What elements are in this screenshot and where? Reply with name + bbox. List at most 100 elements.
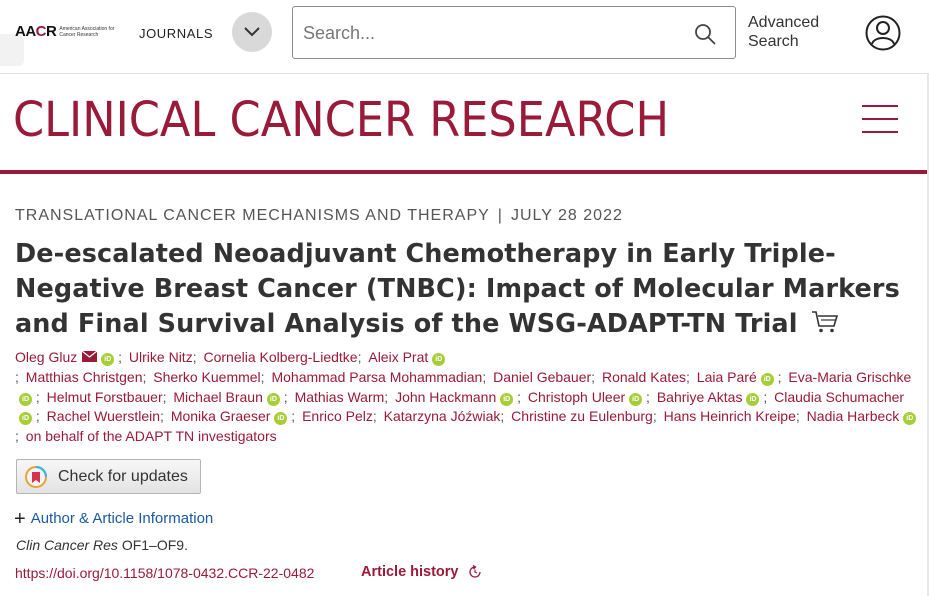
author-separator: ; bbox=[372, 408, 381, 425]
email-icon[interactable] bbox=[82, 351, 98, 362]
plus-icon: + bbox=[14, 507, 26, 530]
author-separator: ; bbox=[160, 408, 168, 425]
author-name[interactable]: Sherko Kuemmel bbox=[153, 369, 260, 385]
orcid-icon[interactable]: iD bbox=[274, 412, 288, 426]
author-name[interactable]: Christoph Uleer bbox=[528, 389, 625, 405]
author-separator: ; bbox=[287, 408, 300, 425]
orcid-icon[interactable]: iD bbox=[629, 392, 643, 406]
logo-subtext: American Association for Cancer Research bbox=[59, 25, 115, 38]
author-separator: ; bbox=[260, 368, 269, 385]
orcid-icon[interactable]: iD bbox=[500, 392, 514, 406]
author-separator: ; bbox=[114, 349, 126, 365]
author-separator: ; bbox=[513, 388, 525, 405]
author-name[interactable]: Mohammad Parsa Mohammadian bbox=[271, 369, 482, 385]
author-name[interactable]: Oleg Gluz bbox=[15, 349, 77, 365]
article-history-button[interactable]: Article history bbox=[361, 564, 482, 580]
orcid-icon[interactable]: iD bbox=[432, 353, 446, 366]
orcid-icon[interactable]: iD bbox=[101, 353, 115, 366]
article-date: JULY 28 2022 bbox=[510, 207, 623, 224]
author-name[interactable]: Aleix Prat bbox=[368, 349, 428, 365]
author-name[interactable]: on behalf of the ADAPT TN investigators bbox=[26, 428, 277, 444]
author-name[interactable]: Christine zu Eulenburg bbox=[511, 408, 653, 424]
orcid-icon[interactable]: iD bbox=[760, 372, 774, 386]
journals-dropdown-button[interactable] bbox=[232, 12, 272, 52]
author-separator: ; bbox=[279, 388, 292, 405]
orcid-icon[interactable]: iD bbox=[266, 392, 280, 406]
author-name[interactable]: Matthias Christgen bbox=[26, 369, 143, 385]
citation-journal: Clin Cancer Res bbox=[16, 537, 118, 553]
journals-label[interactable]: JOURNALS bbox=[139, 26, 213, 41]
article-history-label: Article history bbox=[361, 564, 459, 580]
author-name[interactable]: Cornelia Kolberg-Liedtke bbox=[203, 349, 357, 365]
author-separator: ; bbox=[591, 368, 599, 385]
author-info-label: Author & Article Information bbox=[30, 510, 214, 527]
article-meta: TRANSLATIONAL CANCER MECHANISMS AND THER… bbox=[15, 207, 623, 225]
author-name[interactable]: Laia Paré bbox=[697, 369, 757, 385]
chevron-down-icon bbox=[244, 27, 260, 37]
logo-text: AACR bbox=[15, 23, 57, 40]
search-icon[interactable] bbox=[693, 22, 717, 46]
advanced-search-label: Advanced Search bbox=[748, 14, 820, 50]
author-name[interactable]: Ronald Kates bbox=[602, 369, 686, 385]
journal-title[interactable]: CLINICAL CANCER RESEARCH bbox=[13, 92, 669, 148]
author-list: Oleg Gluz iD ; Ulrike Nitz; Cornelia Kolb… bbox=[15, 348, 920, 447]
article-section[interactable]: TRANSLATIONAL CANCER MECHANISMS AND THER… bbox=[15, 207, 490, 224]
orcid-icon[interactable]: iD bbox=[746, 392, 760, 406]
author-separator: ; bbox=[482, 368, 491, 385]
history-icon bbox=[468, 565, 481, 578]
author-separator: ; bbox=[15, 428, 23, 445]
author-separator: ; bbox=[759, 388, 772, 405]
author-name[interactable]: Enrico Pelz bbox=[302, 408, 373, 424]
author-separator: ; bbox=[686, 368, 694, 385]
account-icon[interactable] bbox=[865, 15, 901, 51]
doi-link[interactable]: https://doi.org/10.1158/1078-0432.CCR-22… bbox=[15, 565, 314, 581]
meta-separator: | bbox=[497, 207, 503, 224]
journal-header: CLINICAL CANCER RESEARCH bbox=[0, 74, 929, 174]
author-name[interactable]: Ulrike Nitz bbox=[129, 349, 193, 365]
check-for-updates-button[interactable]: Check for updates bbox=[16, 459, 201, 494]
author-article-information-toggle[interactable]: + Author & Article Information bbox=[14, 507, 214, 530]
hamburger-icon[interactable] bbox=[862, 105, 898, 137]
article-title: De-escalated Neoadjuvant Chemotherapy in… bbox=[15, 237, 915, 342]
check-for-updates-label: Check for updates bbox=[58, 467, 188, 485]
cart-icon[interactable] bbox=[811, 310, 839, 334]
author-separator: ; bbox=[32, 408, 44, 425]
author-separator: ; bbox=[32, 388, 44, 405]
orcid-icon[interactable]: iD bbox=[19, 412, 32, 426]
orcid-icon[interactable]: iD bbox=[903, 412, 917, 426]
author-separator: ; bbox=[652, 408, 661, 425]
author-name[interactable]: Monika Graeser bbox=[171, 408, 271, 424]
search-box bbox=[292, 6, 736, 59]
aacr-logo[interactable]: AACR American Association for Cancer Res… bbox=[15, 23, 121, 40]
author-name[interactable]: Claudia Schumacher bbox=[774, 389, 904, 405]
author-name[interactable]: Bahriye Aktas bbox=[657, 389, 743, 405]
author-separator: ; bbox=[795, 408, 804, 425]
author-separator: ; bbox=[384, 388, 393, 405]
author-name[interactable]: Helmut Forstbauer bbox=[47, 389, 163, 405]
advanced-search-link[interactable]: Advanced Search bbox=[748, 13, 819, 51]
author-separator: ; bbox=[15, 368, 23, 385]
top-navigation-bar: AACR American Association for Cancer Res… bbox=[0, 0, 929, 74]
author-separator: ; bbox=[357, 349, 366, 365]
author-name[interactable]: Nadia Harbeck bbox=[807, 408, 900, 424]
author-name[interactable]: Katarzyna Jóźwiak bbox=[384, 408, 501, 424]
author-separator: ; bbox=[773, 368, 786, 385]
author-separator: ; bbox=[192, 349, 201, 365]
author-separator: ; bbox=[162, 388, 171, 405]
crossmark-icon bbox=[25, 465, 47, 488]
author-separator: ; bbox=[642, 388, 654, 405]
article-title-text: De-escalated Neoadjuvant Chemotherapy in… bbox=[15, 239, 900, 339]
author-name[interactable]: Michael Braun bbox=[173, 389, 263, 405]
author-name[interactable]: Mathias Warm bbox=[295, 389, 385, 405]
author-name[interactable]: Eva-Maria Grischke bbox=[788, 369, 911, 385]
citation-pages: OF1–OF9. bbox=[121, 537, 188, 553]
author-separator: ; bbox=[500, 408, 509, 425]
author-separator: ; bbox=[142, 368, 151, 385]
citation: Clin Cancer Res OF1–OF9. bbox=[16, 537, 188, 553]
author-name[interactable]: John Hackmann bbox=[395, 389, 496, 405]
author-name[interactable]: Daniel Gebauer bbox=[493, 369, 591, 385]
author-name[interactable]: Hans Heinrich Kreipe bbox=[664, 408, 796, 424]
search-input[interactable] bbox=[303, 19, 673, 47]
orcid-icon[interactable]: iD bbox=[19, 392, 32, 406]
author-name[interactable]: Rachel Wuerstlein bbox=[47, 408, 160, 424]
